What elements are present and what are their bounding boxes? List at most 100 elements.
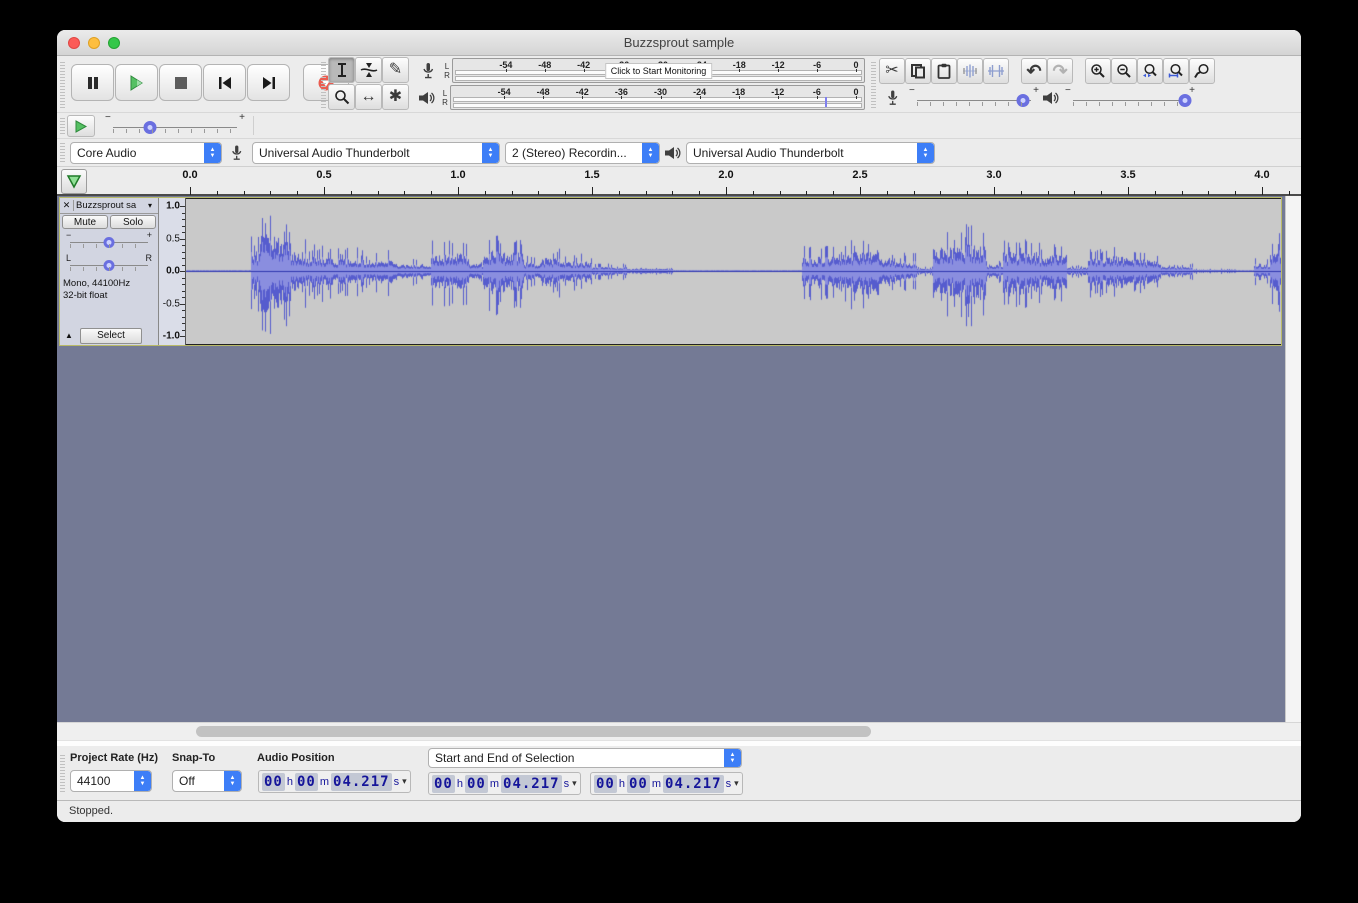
solo-button[interactable]: Solo (110, 215, 156, 229)
timeline-tick (538, 191, 539, 195)
timeline-tick (646, 191, 647, 195)
time-field-dropdown-icon[interactable]: ▾ (572, 778, 577, 789)
stop-button[interactable] (159, 64, 202, 101)
undo-button[interactable]: ↶ (1021, 58, 1047, 84)
pan-slider[interactable]: L R (68, 254, 150, 276)
zoom-tool-icon (334, 89, 350, 105)
recording-meter-mic-icon[interactable] (420, 62, 436, 80)
mute-button[interactable]: Mute (62, 215, 108, 229)
playback-device-select[interactable]: Universal Audio Thunderbolt ▲▼ (686, 142, 935, 164)
minus-label: − (909, 85, 915, 96)
project-rate-select[interactable]: 44100 ▲▼ (70, 770, 152, 792)
pan-right-label: R (146, 253, 153, 263)
zoom-toggle-button[interactable] (1189, 58, 1215, 84)
paste-button[interactable] (931, 58, 957, 84)
play-button[interactable] (115, 64, 158, 101)
meter-channel-bar (453, 103, 862, 108)
zoom-to-selection-button[interactable] (1137, 58, 1163, 84)
time-shift-tool-button[interactable]: ↔ (355, 84, 382, 110)
tools-toolbar-grip[interactable] (321, 60, 326, 108)
timeline-ruler[interactable]: 0.00.51.01.52.02.53.03.54.0 (93, 167, 1293, 195)
collapse-track-button[interactable]: ▲ (60, 331, 78, 340)
close-track-button[interactable]: ✕ (60, 200, 74, 211)
pin-playhead-button[interactable] (61, 169, 87, 194)
playback-volume-knob[interactable] (1179, 94, 1192, 107)
playback-volume-slider[interactable]: − + (1065, 88, 1195, 110)
meter-channel-bar (453, 97, 862, 102)
zoom-tool-button[interactable] (328, 84, 355, 110)
selection-mode-select[interactable]: Start and End of Selection ▲▼ (428, 748, 742, 768)
vertical-ruler-tick (182, 252, 185, 253)
track-canvas[interactable]: ✕ Buzzsprout sa ▾ Mute Solo − + L R (57, 196, 1301, 722)
track-menu-dropdown-icon[interactable]: ▾ (148, 201, 158, 210)
vertical-scale-ruler[interactable]: 1.00.50.0-0.5-1.0 (159, 198, 186, 345)
fit-project-button[interactable] (1163, 58, 1189, 84)
trim-outside-selection-button[interactable] (957, 58, 983, 84)
recording-device-mic-icon (229, 144, 244, 162)
gain-knob[interactable] (104, 237, 115, 248)
track-control-panel: ✕ Buzzsprout sa ▾ Mute Solo − + L R (60, 198, 159, 345)
skip-to-start-button[interactable] (203, 64, 246, 101)
silence-selection-icon (987, 63, 1005, 79)
transcription-toolbar-grip[interactable] (60, 117, 65, 134)
waveform-area[interactable] (186, 198, 1281, 345)
gain-plus-label: + (147, 230, 152, 240)
vertical-scrollbar[interactable] (1285, 196, 1301, 722)
selection-tool-button[interactable] (328, 57, 355, 83)
select-track-button[interactable]: Select (80, 328, 142, 344)
vertical-ruler-tick (182, 310, 185, 311)
waveform-canvas[interactable] (186, 199, 1281, 344)
transport-toolbar-grip[interactable] (60, 60, 65, 108)
playback-meter[interactable]: -54-48-42-36-30-24-18-12-60 (450, 85, 865, 110)
timeline-ruler-row: 0.00.51.01.52.02.53.03.54.0 (57, 166, 1301, 196)
gain-slider[interactable]: − + (68, 231, 150, 253)
start-monitoring-label[interactable]: Click to Start Monitoring (605, 63, 713, 79)
silence-selection-button[interactable] (983, 58, 1009, 84)
cut-button[interactable]: ✂ (879, 58, 905, 84)
envelope-tool-button[interactable] (355, 57, 382, 83)
multi-tool-button[interactable]: ✱ (382, 84, 409, 110)
device-toolbar-grip[interactable] (60, 143, 65, 162)
timeline-tick (726, 187, 727, 195)
playback-speed-slider[interactable]: − + (105, 115, 245, 137)
copy-button[interactable] (905, 58, 931, 84)
selection-end-field[interactable]: 00h 00m 04.217s ▾ (590, 772, 743, 795)
horizontal-scrollbar[interactable] (57, 722, 1301, 740)
audio-host-select[interactable]: Core Audio ▲▼ (70, 142, 222, 164)
recording-channels-select[interactable]: 2 (Stereo) Recordin... ▲▼ (505, 142, 660, 164)
recording-meter[interactable]: -54-48-42-36-30-24-18-12-60 Click to Sta… (452, 58, 865, 83)
playback-device-speaker-icon (664, 145, 682, 161)
zoom-out-button[interactable] (1111, 58, 1137, 84)
time-shift-tool-icon: ↔ (361, 89, 377, 105)
selection-start-field[interactable]: 00h 00m 04.217s ▾ (428, 772, 581, 795)
timeline-label: 0.5 (316, 169, 331, 181)
recording-volume-knob[interactable] (1017, 94, 1030, 107)
recording-device-select[interactable]: Universal Audio Thunderbolt ▲▼ (252, 142, 500, 164)
zoom-to-selection-icon (1142, 63, 1158, 79)
edit-toolbar-grip[interactable] (871, 60, 876, 108)
track-name[interactable]: Buzzsprout sa (74, 200, 148, 211)
meter-db-label: -54 (498, 87, 511, 97)
upper-toolbars: ✎ ↔ ✱ LR -54-48-42-36-30-24-18-12-60 (57, 56, 1301, 112)
playback-speed-knob[interactable] (144, 121, 157, 134)
pause-button[interactable] (71, 64, 114, 101)
draw-tool-button[interactable]: ✎ (382, 57, 409, 83)
plus-label: + (1189, 85, 1195, 96)
audio-position-field[interactable]: 00h 00m 04.217s ▾ (258, 770, 411, 793)
play-at-speed-button[interactable] (67, 115, 95, 137)
pan-knob[interactable] (104, 260, 115, 271)
skip-to-start-icon (217, 76, 233, 90)
selection-toolbar-grip[interactable] (60, 754, 65, 792)
redo-button[interactable]: ↷ (1047, 58, 1073, 84)
time-field-dropdown-icon[interactable]: ▾ (402, 776, 407, 787)
timeline-label: 4.0 (1254, 169, 1269, 181)
time-field-dropdown-icon[interactable]: ▾ (734, 778, 739, 789)
titlebar[interactable]: Buzzsprout sample (57, 30, 1301, 56)
playback-meter-speaker-icon[interactable] (418, 90, 436, 106)
zoom-in-button[interactable] (1085, 58, 1111, 84)
horizontal-scrollbar-thumb[interactable] (196, 726, 870, 737)
snap-to-select[interactable]: Off ▲▼ (172, 770, 242, 792)
meter-db-label: -30 (654, 87, 667, 97)
skip-to-end-button[interactable] (247, 64, 290, 101)
recording-volume-slider[interactable]: − + (909, 88, 1039, 110)
